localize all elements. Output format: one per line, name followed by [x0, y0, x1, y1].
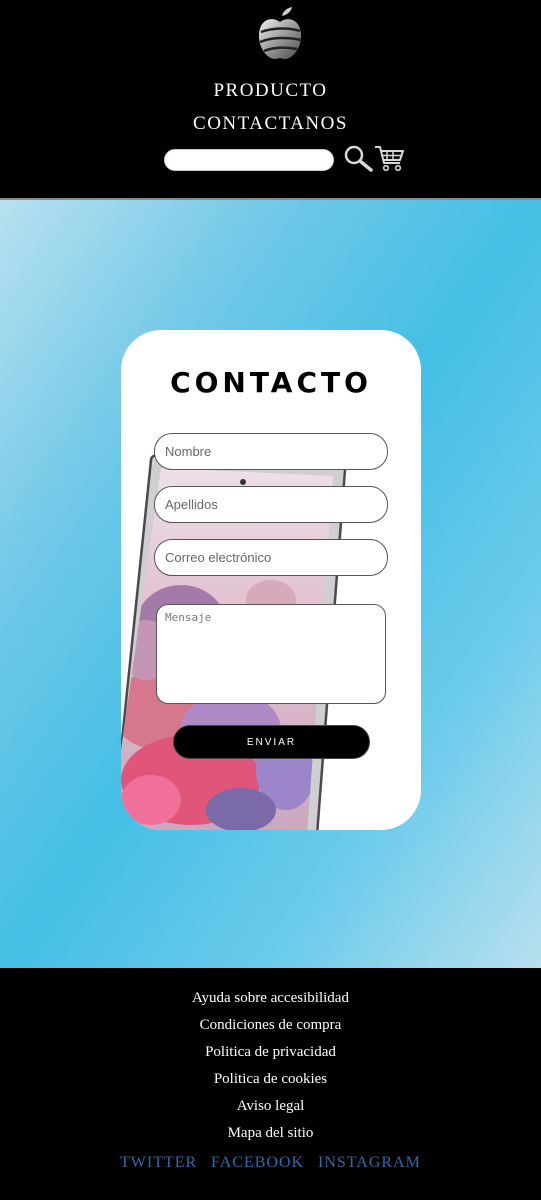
- social-link-instagram[interactable]: INSTAGRAM: [318, 1154, 421, 1172]
- apellidos-field[interactable]: [154, 486, 388, 523]
- site-footer: Ayuda sobre accesibilidad Condiciones de…: [0, 968, 541, 1200]
- footer-link-accessibility[interactable]: Ayuda sobre accesibilidad: [0, 990, 541, 1007]
- apple-logo-icon[interactable]: [252, 6, 308, 64]
- magnifier-icon[interactable]: [342, 144, 374, 172]
- contact-card: CONTACTO ENVIAR: [121, 330, 421, 830]
- nav-contact-link[interactable]: CONTACTANOS: [0, 113, 541, 135]
- footer-link-cookies[interactable]: Politica de cookies: [0, 1071, 541, 1088]
- footer-link-privacy[interactable]: Politica de privacidad: [0, 1044, 541, 1061]
- search-input[interactable]: [164, 149, 334, 171]
- nombre-field[interactable]: [154, 433, 388, 470]
- footer-link-purchase-terms[interactable]: Condiciones de compra: [0, 1017, 541, 1034]
- footer-link-legal[interactable]: Aviso legal: [0, 1098, 541, 1115]
- nav-product-link[interactable]: PRODUCTO: [0, 80, 541, 102]
- submit-button[interactable]: ENVIAR: [173, 725, 370, 759]
- form-title: CONTACTO: [170, 366, 372, 399]
- footer-link-sitemap[interactable]: Mapa del sitio: [0, 1125, 541, 1142]
- social-link-twitter[interactable]: TWITTER: [120, 1154, 197, 1172]
- message-textarea[interactable]: [156, 604, 386, 704]
- site-header: PRODUCTO CONTACTANOS: [0, 0, 541, 202]
- social-link-facebook[interactable]: FACEBOOK: [211, 1154, 304, 1172]
- main-content: CONTACTO ENVIAR: [0, 200, 541, 968]
- cart-icon[interactable]: [373, 144, 405, 172]
- email-field[interactable]: [154, 539, 388, 576]
